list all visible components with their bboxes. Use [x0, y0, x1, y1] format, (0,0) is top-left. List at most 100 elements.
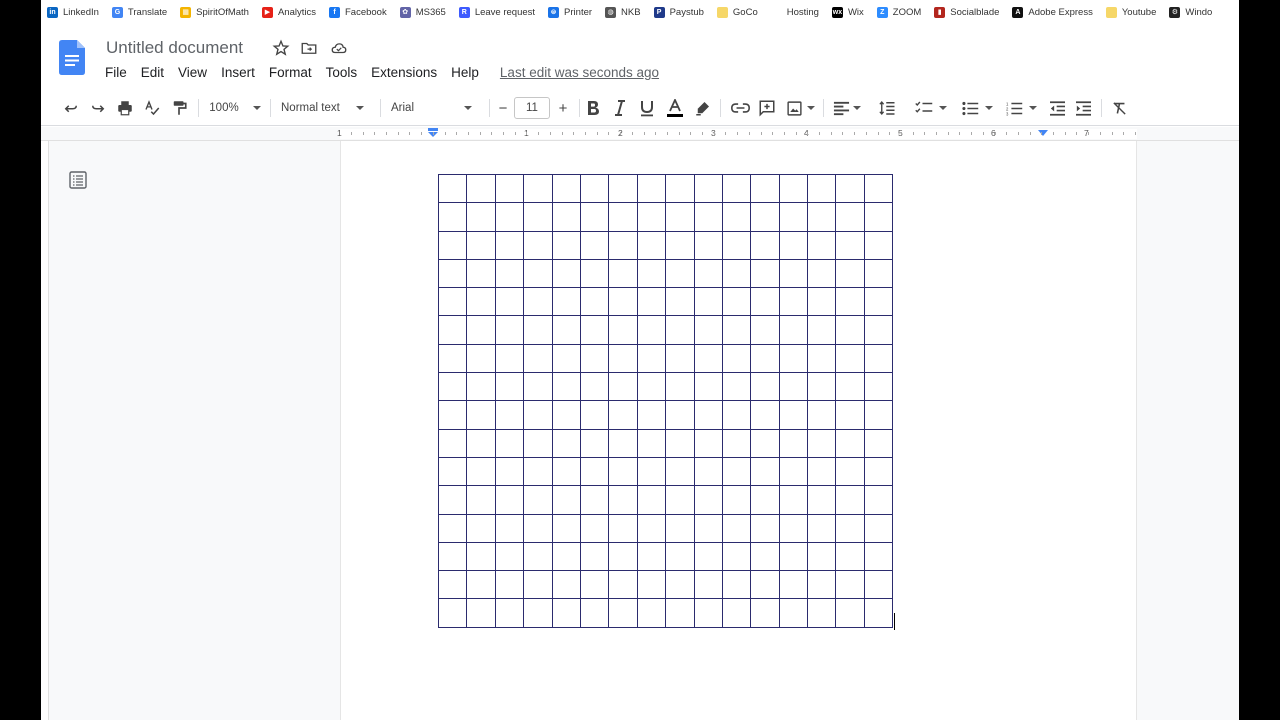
table-cell[interactable] [523, 541, 553, 572]
table-cell[interactable] [835, 598, 865, 628]
bookmark-item[interactable]: ✿ MS365 [399, 0, 446, 24]
table-cell[interactable] [807, 456, 837, 487]
table-cell[interactable] [807, 343, 837, 374]
increase-font-size-button[interactable]: + [554, 98, 572, 118]
zoom-select[interactable]: 100% [206, 98, 264, 118]
table-cell[interactable] [665, 485, 695, 515]
table-cell[interactable] [807, 400, 837, 430]
table-cell[interactable] [494, 428, 525, 458]
table-cell[interactable] [466, 230, 496, 260]
bookmark-item[interactable]: ▮ Socialblade [934, 0, 999, 24]
table-cell[interactable] [665, 230, 695, 260]
cloud-saved-icon[interactable] [330, 39, 348, 57]
document-outline-icon[interactable] [69, 171, 87, 189]
table-cell[interactable] [807, 230, 837, 260]
table-cell[interactable] [466, 513, 496, 543]
bookmark-item[interactable]: in LinkedIn [47, 0, 99, 24]
bulleted-list-icon[interactable] [959, 98, 995, 118]
table-cell[interactable] [437, 485, 468, 515]
table-cell[interactable] [835, 456, 865, 487]
table-cell[interactable] [608, 428, 638, 458]
table-cell[interactable] [721, 230, 752, 260]
table-cell[interactable] [807, 315, 837, 345]
table-cell[interactable] [579, 315, 610, 345]
table-cell[interactable] [863, 202, 894, 232]
table-cell[interactable] [807, 513, 837, 543]
table-cell[interactable] [693, 258, 723, 289]
table-cell[interactable] [437, 258, 468, 289]
table-cell[interactable] [608, 485, 638, 515]
bookmark-item[interactable]: R Leave request [458, 0, 535, 24]
bookmark-item[interactable]: Z ZOOM [876, 0, 921, 24]
table-cell[interactable] [693, 598, 723, 628]
font-select[interactable]: Arial [391, 98, 485, 118]
table-cell[interactable] [608, 202, 638, 232]
table-cell[interactable] [750, 541, 780, 572]
table-cell[interactable] [551, 230, 581, 260]
table-cell[interactable] [636, 202, 667, 232]
table-cell[interactable] [721, 315, 752, 345]
italic-icon[interactable] [611, 98, 629, 118]
table-cell[interactable] [807, 570, 837, 600]
table-cell[interactable] [579, 230, 610, 260]
table-cell[interactable] [636, 315, 667, 345]
docs-logo-icon[interactable] [59, 40, 85, 75]
checklist-icon[interactable] [913, 98, 949, 118]
table-cell[interactable] [579, 287, 610, 317]
table-cell[interactable] [466, 428, 496, 458]
table-cell[interactable] [608, 287, 638, 317]
table-cell[interactable] [807, 287, 837, 317]
redo-icon[interactable] [88, 98, 108, 118]
table-cell[interactable] [863, 173, 894, 204]
table-cell[interactable] [750, 513, 780, 543]
table-cell[interactable] [750, 173, 780, 204]
table-cell[interactable] [721, 287, 752, 317]
underline-icon[interactable] [638, 98, 656, 118]
table-cell[interactable] [778, 485, 809, 515]
table-cell[interactable] [835, 230, 865, 260]
table-cell[interactable] [551, 315, 581, 345]
table-cell[interactable] [665, 315, 695, 345]
table-cell[interactable] [608, 258, 638, 289]
table-cell[interactable] [665, 372, 695, 402]
table-cell[interactable] [863, 287, 894, 317]
table-cell[interactable] [693, 541, 723, 572]
table-cell[interactable] [579, 428, 610, 458]
table-cell[interactable] [693, 230, 723, 260]
table-cell[interactable] [778, 230, 809, 260]
table-cell[interactable] [523, 485, 553, 515]
table-cell[interactable] [835, 372, 865, 402]
paint-format-icon[interactable] [169, 98, 189, 118]
table-cell[interactable] [466, 598, 496, 628]
table-cell[interactable] [721, 570, 752, 600]
bold-icon[interactable] [584, 98, 602, 118]
increase-indent-icon[interactable] [1073, 98, 1093, 118]
text-color-icon[interactable] [664, 98, 686, 118]
bookmark-item[interactable]: ⚙ Windo [1169, 0, 1212, 24]
insert-link-icon[interactable] [730, 98, 750, 118]
table-cell[interactable] [551, 598, 581, 628]
table-cell[interactable] [721, 541, 752, 572]
table-cell[interactable] [863, 372, 894, 402]
table-cell[interactable] [579, 372, 610, 402]
table-cell[interactable] [466, 315, 496, 345]
bookmark-item[interactable]: P Paystub [653, 0, 704, 24]
font-size-input[interactable]: 11 [514, 97, 550, 119]
table-cell[interactable] [579, 570, 610, 600]
table-cell[interactable] [437, 456, 468, 487]
document-table[interactable] [437, 173, 894, 628]
horizontal-ruler[interactable]: 11234567 [41, 127, 1239, 141]
table-cell[interactable] [835, 202, 865, 232]
table-cell[interactable] [665, 173, 695, 204]
table-cell[interactable] [551, 541, 581, 572]
table-cell[interactable] [608, 343, 638, 374]
table-cell[interactable] [636, 343, 667, 374]
table-cell[interactable] [665, 287, 695, 317]
table-cell[interactable] [721, 400, 752, 430]
table-cell[interactable] [863, 570, 894, 600]
bookmark-item[interactable]: A Adobe Express [1012, 0, 1093, 24]
table-cell[interactable] [693, 372, 723, 402]
menu-format[interactable]: Format [269, 65, 312, 80]
bookmark-item[interactable]: G Translate [111, 0, 167, 24]
table-cell[interactable] [750, 258, 780, 289]
